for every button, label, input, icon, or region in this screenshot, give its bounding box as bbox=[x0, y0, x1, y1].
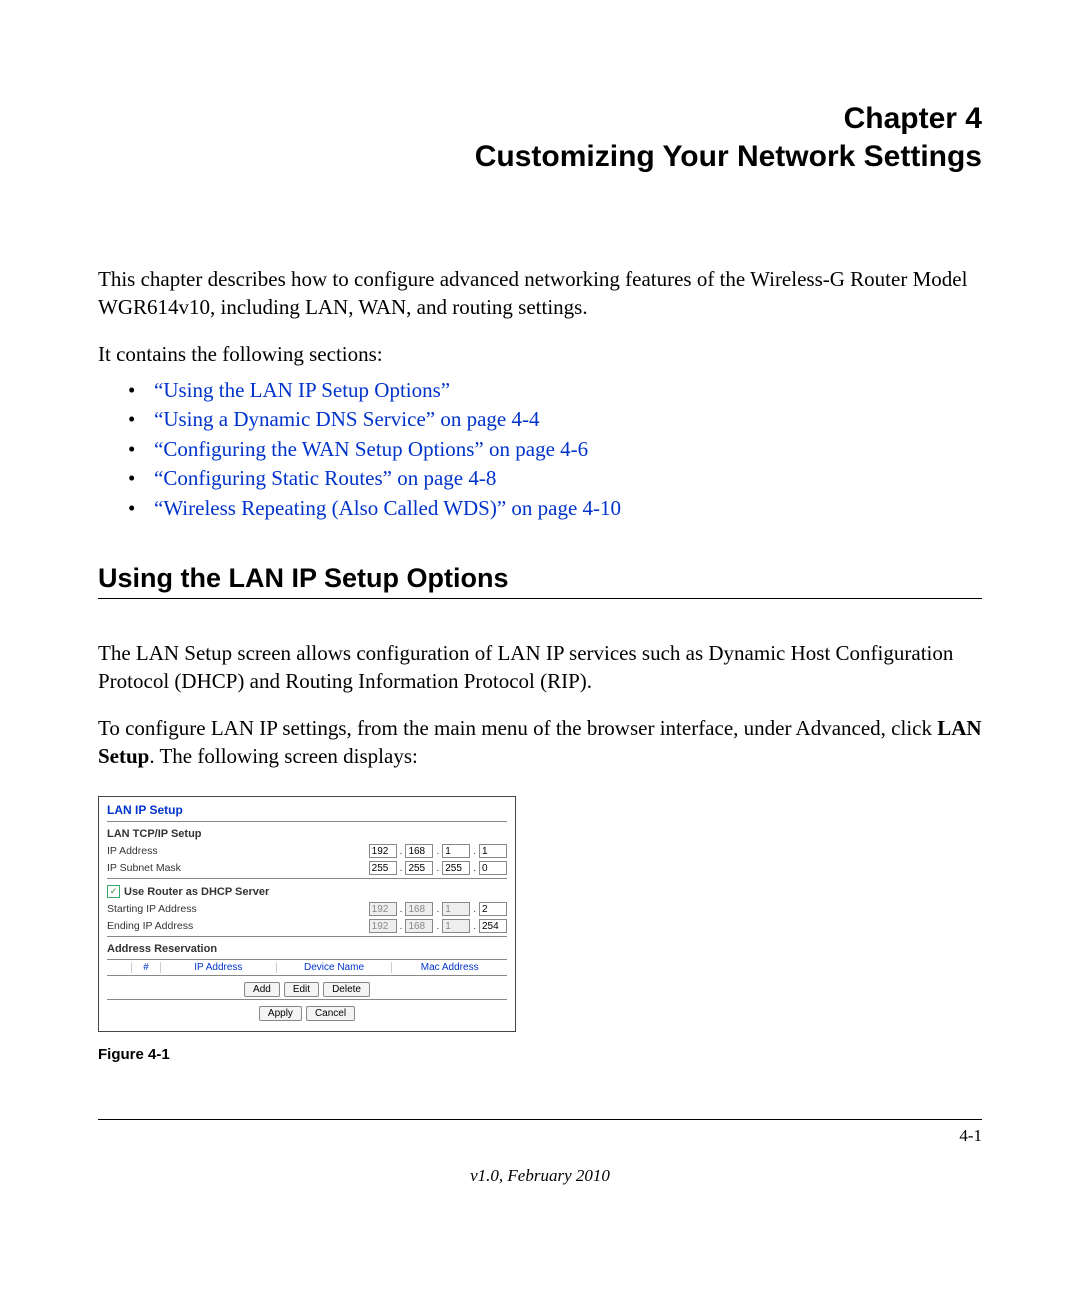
chapter-number: Chapter 4 bbox=[98, 100, 982, 138]
subnet-fields: . . . bbox=[369, 861, 507, 875]
mask-octet-3[interactable] bbox=[442, 861, 470, 875]
version-line: v1.0, February 2010 bbox=[98, 1166, 982, 1186]
dot-icon: . bbox=[473, 846, 476, 857]
reservation-label: Address Reservation bbox=[107, 943, 507, 955]
start-octet-4[interactable] bbox=[479, 902, 507, 916]
dot-icon: . bbox=[400, 904, 403, 915]
mask-octet-4[interactable] bbox=[479, 861, 507, 875]
page-footer: 4-1 v1.0, February 2010 bbox=[98, 1119, 982, 1186]
divider bbox=[107, 878, 507, 879]
ip-octet-2[interactable] bbox=[405, 844, 433, 858]
contains-line: It contains the following sections: bbox=[98, 340, 982, 368]
divider bbox=[107, 821, 507, 822]
ip-octet-1[interactable] bbox=[369, 844, 397, 858]
toc-link-lan-ip[interactable]: “Using the LAN IP Setup Options” bbox=[128, 376, 982, 405]
dhcp-label: Use Router as DHCP Server bbox=[124, 886, 269, 898]
page-number: 4-1 bbox=[98, 1126, 982, 1146]
dot-icon: . bbox=[473, 904, 476, 915]
dot-icon: . bbox=[400, 863, 403, 874]
end-octet-4[interactable] bbox=[479, 919, 507, 933]
section-para-2a: To configure LAN IP settings, from the m… bbox=[98, 716, 937, 740]
ip-octet-4[interactable] bbox=[479, 844, 507, 858]
dot-icon: . bbox=[436, 921, 439, 932]
apply-button[interactable]: Apply bbox=[259, 1006, 302, 1021]
col-device: Device Name bbox=[277, 962, 393, 973]
start-octet-3[interactable] bbox=[442, 902, 470, 916]
toc-link-wds[interactable]: “Wireless Repeating (Also Called WDS)” o… bbox=[128, 494, 982, 523]
ip-address-row: IP Address . . . bbox=[107, 844, 507, 858]
form-buttons: Apply Cancel bbox=[107, 1006, 507, 1021]
shot-title: LAN IP Setup bbox=[107, 803, 507, 817]
col-blank bbox=[107, 962, 132, 973]
reservation-table-header: # IP Address Device Name Mac Address bbox=[107, 959, 507, 976]
end-octet-2[interactable] bbox=[405, 919, 433, 933]
end-octet-1[interactable] bbox=[369, 919, 397, 933]
end-octet-3[interactable] bbox=[442, 919, 470, 933]
start-octet-2[interactable] bbox=[405, 902, 433, 916]
mask-octet-1[interactable] bbox=[369, 861, 397, 875]
end-ip-row: Ending IP Address . . . bbox=[107, 919, 507, 933]
dot-icon: . bbox=[436, 904, 439, 915]
toc-link-wan[interactable]: “Configuring the WAN Setup Options” on p… bbox=[128, 435, 982, 464]
cancel-button[interactable]: Cancel bbox=[306, 1006, 355, 1021]
dhcp-checkbox-row: ✓ Use Router as DHCP Server bbox=[107, 885, 507, 898]
col-ip: IP Address bbox=[161, 962, 277, 973]
chapter-title: Customizing Your Network Settings bbox=[98, 138, 982, 176]
delete-button[interactable]: Delete bbox=[323, 982, 370, 997]
dot-icon: . bbox=[436, 846, 439, 857]
start-octet-1[interactable] bbox=[369, 902, 397, 916]
start-ip-fields: . . . bbox=[369, 902, 507, 916]
ip-address-label: IP Address bbox=[107, 845, 369, 857]
dot-icon: . bbox=[473, 863, 476, 874]
start-ip-row: Starting IP Address . . . bbox=[107, 902, 507, 916]
subnet-row: IP Subnet Mask . . . bbox=[107, 861, 507, 875]
col-num: # bbox=[132, 962, 161, 973]
end-ip-label: Ending IP Address bbox=[107, 920, 369, 932]
dot-icon: . bbox=[473, 921, 476, 932]
toc-list: “Using the LAN IP Setup Options” “Using … bbox=[98, 376, 982, 523]
section-heading: Using the LAN IP Setup Options bbox=[98, 563, 982, 599]
mask-octet-2[interactable] bbox=[405, 861, 433, 875]
col-mac: Mac Address bbox=[392, 962, 507, 973]
figure-caption: Figure 4-1 bbox=[98, 1046, 982, 1063]
subnet-label: IP Subnet Mask bbox=[107, 862, 369, 874]
add-button[interactable]: Add bbox=[244, 982, 280, 997]
dhcp-checkbox[interactable]: ✓ bbox=[107, 885, 120, 898]
end-ip-fields: . . . bbox=[369, 919, 507, 933]
start-ip-label: Starting IP Address bbox=[107, 903, 369, 915]
toc-link-static-routes[interactable]: “Configuring Static Routes” on page 4-8 bbox=[128, 464, 982, 493]
section-para-1: The LAN Setup screen allows configuratio… bbox=[98, 639, 982, 696]
ip-octet-3[interactable] bbox=[442, 844, 470, 858]
ip-address-fields: . . . bbox=[369, 844, 507, 858]
dot-icon: . bbox=[400, 846, 403, 857]
divider bbox=[107, 999, 507, 1000]
divider bbox=[107, 936, 507, 937]
section-para-2: To configure LAN IP settings, from the m… bbox=[98, 714, 982, 771]
dot-icon: . bbox=[436, 863, 439, 874]
section-para-2b: . The following screen displays: bbox=[149, 744, 417, 768]
intro-paragraph: This chapter describes how to configure … bbox=[98, 265, 982, 322]
lan-ip-setup-screenshot: LAN IP Setup LAN TCP/IP Setup IP Address… bbox=[98, 796, 516, 1032]
tcpip-group-label: LAN TCP/IP Setup bbox=[107, 828, 507, 840]
dot-icon: . bbox=[400, 921, 403, 932]
chapter-heading: Chapter 4 Customizing Your Network Setti… bbox=[98, 100, 982, 175]
toc-link-ddns[interactable]: “Using a Dynamic DNS Service” on page 4-… bbox=[128, 405, 982, 434]
reservation-buttons: Add Edit Delete bbox=[107, 982, 507, 997]
edit-button[interactable]: Edit bbox=[284, 982, 319, 997]
